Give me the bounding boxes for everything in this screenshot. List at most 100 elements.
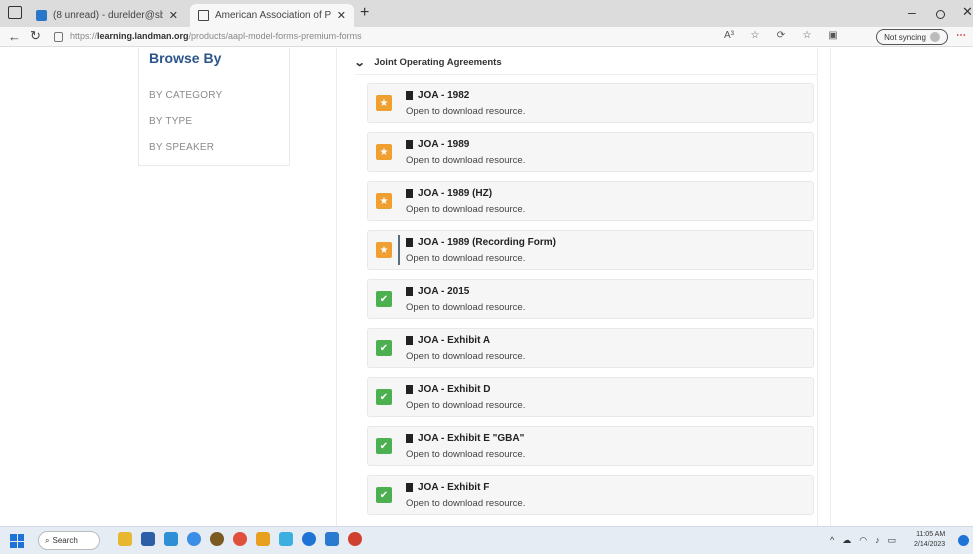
windows-taskbar: ⌕ Search ^ ☁ ◠ ♪ ▭ 11:05 AM 2/14/2023 — [0, 526, 973, 554]
file-icon — [406, 238, 413, 247]
star-icon: ★ — [376, 95, 392, 111]
notification-icon[interactable] — [958, 535, 969, 546]
tab-actions-icon[interactable] — [8, 6, 22, 19]
section-title: Joint Operating Agreements — [374, 57, 502, 68]
chevron-down-icon: ⌄ — [353, 57, 366, 69]
refresh-page-icon[interactable]: ⟳ — [768, 30, 794, 41]
windows-start-icon[interactable] — [10, 534, 24, 548]
resource-status: Open to download resource. — [406, 302, 526, 313]
document-icon — [198, 10, 209, 21]
resource-name: JOA - 1989 (Recording Form) — [418, 237, 556, 248]
check-icon: ✔ — [376, 340, 392, 356]
check-icon: ✔ — [376, 291, 392, 307]
chrome-icon[interactable] — [233, 532, 247, 546]
resource-status: Open to download resource. — [406, 400, 526, 411]
link-by-type[interactable]: BY TYPE — [149, 116, 192, 127]
resource-item[interactable]: ✔ JOA - Exhibit E "GBA" Open to download… — [367, 426, 814, 466]
resource-item[interactable]: ✔ JOA - 2015 Open to download resource. — [367, 279, 814, 319]
link-by-category[interactable]: BY CATEGORY — [149, 90, 222, 101]
taskbar-search[interactable]: ⌕ Search — [38, 531, 100, 550]
resource-item[interactable]: ★ JOA - 1989 (Recording Form) Open to do… — [367, 230, 814, 270]
volume-icon[interactable]: ♪ — [875, 535, 880, 546]
resource-item[interactable]: ★ JOA - 1989 Open to download resource. — [367, 132, 814, 172]
read-aloud-icon[interactable]: A³ — [716, 30, 742, 41]
tab-close-icon[interactable]: ✕ — [169, 9, 178, 22]
page-content: Browse By BY CATEGORY BY TYPE BY SPEAKER… — [0, 48, 973, 526]
minimize-button[interactable]: – — [908, 4, 916, 20]
app-icon[interactable] — [256, 532, 270, 546]
store-icon[interactable] — [141, 532, 155, 546]
outlook-icon — [36, 10, 47, 21]
search-icon: ⌕ — [45, 535, 50, 545]
file-icon — [406, 385, 413, 394]
browse-by-title: Browse By — [149, 50, 222, 66]
more-menu-icon[interactable]: ⋯ — [956, 30, 966, 41]
tab-close-icon[interactable]: ✕ — [337, 9, 346, 22]
app-icon[interactable] — [302, 532, 316, 546]
resource-status: Open to download resource. — [406, 498, 526, 509]
profile-label: Not syncing — [884, 32, 926, 42]
back-arrow-icon[interactable]: ← — [8, 29, 21, 44]
edge-icon[interactable] — [187, 532, 201, 546]
lock-icon[interactable] — [54, 32, 63, 42]
check-icon: ✔ — [376, 389, 392, 405]
url-host: learning.landman.org — [97, 31, 189, 41]
file-icon — [406, 91, 413, 100]
browser-tab-strip: (8 unread) - durelder@sbcglobal ✕ Americ… — [0, 0, 973, 27]
resource-status: Open to download resource. — [406, 449, 526, 460]
resource-item[interactable]: ✔ JOA - Exhibit A Open to download resou… — [367, 328, 814, 368]
app-icon[interactable] — [348, 532, 362, 546]
resource-name: JOA - Exhibit F — [418, 482, 490, 493]
resource-name: JOA - Exhibit D — [418, 384, 491, 395]
resource-name: JOA - Exhibit E "GBA" — [418, 433, 525, 444]
star-icon: ★ — [376, 144, 392, 160]
resource-item[interactable]: ✔ JOA - Exhibit F Open to download resou… — [367, 475, 814, 515]
resource-item[interactable]: ★ JOA - 1989 (HZ) Open to download resou… — [367, 181, 814, 221]
battery-icon[interactable]: ▭ — [888, 535, 897, 546]
resource-name: JOA - 1982 — [418, 90, 470, 101]
resource-status: Open to download resource. — [406, 351, 526, 362]
url-prefix: https:// — [70, 31, 98, 41]
resource-status: Open to download resource. — [406, 155, 526, 166]
section-toggle[interactable]: ⌄ Joint Operating Agreements — [353, 56, 502, 69]
tab-outlook[interactable]: (8 unread) - durelder@sbcglobal ✕ — [28, 4, 186, 27]
favorite-star-icon[interactable]: ☆ — [742, 30, 768, 41]
address-bar-row: ← ↻ https://learning.landman.org/product… — [0, 27, 973, 47]
app-icon[interactable] — [279, 532, 293, 546]
profile-button[interactable]: Not syncing — [876, 29, 948, 45]
collections-icon[interactable]: ▣ — [820, 30, 846, 41]
url-field[interactable]: https://learning.landman.org/products/aa… — [70, 31, 362, 41]
word-icon[interactable] — [164, 532, 178, 546]
search-label: Search — [52, 536, 78, 545]
cloud-icon[interactable]: ☁ — [842, 535, 851, 546]
link-by-speaker[interactable]: BY SPEAKER — [149, 142, 214, 153]
resource-name: JOA - 1989 (HZ) — [418, 188, 493, 199]
file-icon — [406, 140, 413, 149]
maximize-icon[interactable] — [936, 10, 945, 19]
taskbar-clock[interactable]: 11:05 AM 2/14/2023 — [914, 530, 945, 550]
resource-status: Open to download resource. — [406, 253, 526, 264]
new-tab-button[interactable]: + — [360, 4, 369, 22]
file-explorer-icon[interactable] — [118, 532, 132, 546]
browse-sidebar: Browse By BY CATEGORY BY TYPE BY SPEAKER — [138, 48, 290, 166]
address-bar-icons: A³ ☆ ⟳ ☆ ▣ — [716, 30, 846, 41]
star-icon: ★ — [376, 242, 392, 258]
reload-icon[interactable]: ↻ — [30, 28, 41, 44]
avatar — [929, 32, 940, 42]
file-icon — [406, 336, 413, 345]
wifi-icon[interactable]: ◠ — [859, 535, 867, 546]
taskbar-apps — [118, 532, 362, 546]
resource-item[interactable]: ★ JOA - 1982 Open to download resource. — [367, 83, 814, 123]
resource-item[interactable]: ✔ JOA - Exhibit D Open to download resou… — [367, 377, 814, 417]
app-icon[interactable] — [210, 532, 224, 546]
check-icon: ✔ — [376, 487, 392, 503]
favorites-icon[interactable]: ☆ — [794, 30, 820, 41]
outlook-icon[interactable] — [325, 532, 339, 546]
chevron-up-icon[interactable]: ^ — [830, 535, 834, 546]
resource-name: JOA - Exhibit A — [418, 335, 491, 346]
url-path: /products/aapl-model-forms-premium-forms — [188, 31, 362, 41]
resource-status: Open to download resource. — [406, 204, 526, 215]
tab-aapl[interactable]: American Association of Professional Lan… — [190, 4, 354, 27]
divider — [355, 74, 817, 75]
close-window-button[interactable]: ✕ — [962, 4, 973, 20]
